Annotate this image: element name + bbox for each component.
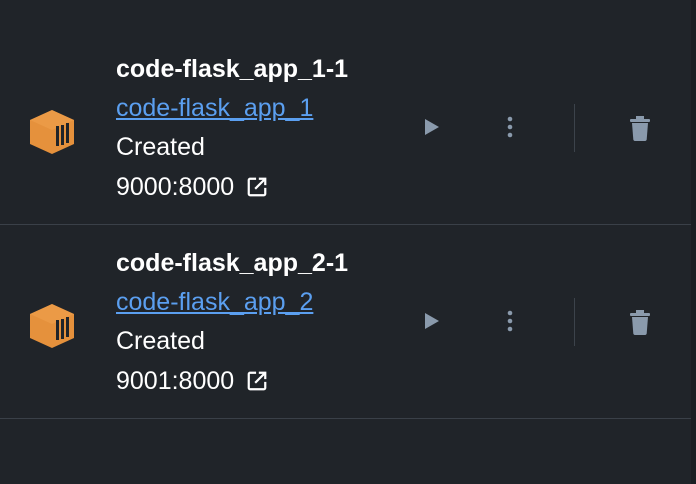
container-status: Created (116, 327, 205, 355)
scrollbar-track[interactable] (691, 0, 696, 484)
port-link[interactable]: 9000:8000 (116, 171, 268, 203)
container-list: code-flask_app_1-1 code-flask_app_1 Crea… (0, 0, 696, 484)
more-actions-button[interactable] (497, 114, 523, 140)
container-icon (26, 300, 78, 352)
container-row: code-flask_app_2-1 code-flask_app_2 Crea… (0, 224, 691, 419)
container-name: code-flask_app_2-1 (116, 249, 349, 277)
more-actions-button[interactable] (497, 308, 523, 334)
start-button[interactable] (418, 114, 444, 140)
trash-icon (630, 310, 650, 335)
port-mapping: 9001:8000 (116, 367, 235, 395)
external-link-icon[interactable] (246, 176, 268, 198)
port-link[interactable]: 9001:8000 (116, 365, 268, 397)
container-icon (26, 106, 78, 158)
play-icon (425, 313, 439, 329)
kebab-menu-icon (507, 116, 513, 138)
image-link[interactable]: code-flask_app_1 (116, 92, 313, 124)
image-link[interactable]: code-flask_app_2 (116, 286, 313, 318)
action-divider (574, 104, 575, 152)
container-status: Created (116, 133, 205, 161)
start-button[interactable] (418, 308, 444, 334)
trash-icon (630, 116, 650, 141)
port-mapping: 9000:8000 (116, 173, 235, 201)
kebab-menu-icon (507, 310, 513, 332)
action-divider (574, 298, 575, 346)
container-name: code-flask_app_1-1 (116, 55, 349, 83)
container-row: code-flask_app_1-1 code-flask_app_1 Crea… (0, 30, 691, 225)
delete-button[interactable] (626, 114, 654, 142)
play-icon (425, 119, 439, 135)
external-link-icon[interactable] (246, 370, 268, 392)
delete-button[interactable] (626, 308, 654, 336)
